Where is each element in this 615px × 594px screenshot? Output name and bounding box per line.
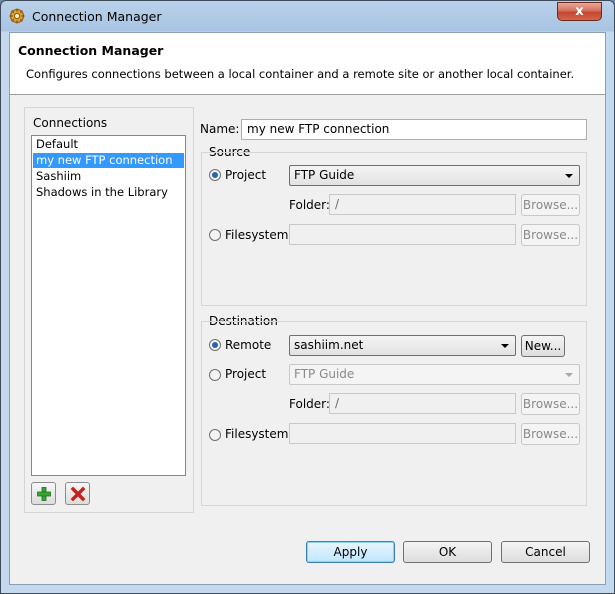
connection-manager-window: Connection Manager x Connection Manager … (0, 0, 615, 594)
source-filesystem-input[interactable] (289, 224, 516, 245)
name-label: Name: (200, 122, 240, 136)
destination-filesystem-label: Filesystem (225, 427, 289, 441)
new-remote-button[interactable]: New... (521, 335, 565, 357)
source-folder-label: Folder: (289, 198, 330, 212)
destination-folder-browse-button[interactable]: Browse... (521, 393, 580, 415)
source-filesystem-browse-button[interactable]: Browse... (521, 224, 580, 246)
source-filesystem-label: Filesystem (225, 228, 289, 242)
source-project-label: Project (225, 168, 267, 182)
connection-item-sashiim[interactable]: Sashiim (33, 169, 184, 184)
destination-remote-label: Remote (225, 338, 272, 352)
add-icon (37, 487, 51, 501)
connections-label: Connections (33, 116, 108, 130)
destination-project-label: Project (225, 367, 267, 381)
remove-connection-button[interactable] (65, 482, 90, 505)
source-folder-browse-button[interactable]: Browse... (521, 194, 580, 216)
destination-filesystem-input[interactable] (289, 423, 516, 444)
connection-item-my-new-ftp[interactable]: my new FTP connection (33, 153, 184, 168)
remove-icon (70, 486, 86, 502)
destination-filesystem-radio[interactable] (209, 429, 221, 441)
connection-item-shadows[interactable]: Shadows in the Library (33, 185, 184, 200)
source-project-value: FTP Guide (294, 168, 355, 182)
banner-title: Connection Manager (18, 43, 164, 58)
source-project-select[interactable]: FTP Guide (289, 165, 580, 186)
dialog-client-area: Connection Manager Configures connection… (9, 32, 606, 585)
chevron-down-icon (565, 174, 573, 178)
destination-project-value: FTP Guide (294, 367, 355, 381)
apply-button[interactable]: Apply (306, 541, 395, 563)
close-button[interactable]: x (557, 2, 602, 21)
ok-button[interactable]: OK (403, 541, 492, 563)
destination-project-radio[interactable] (209, 369, 221, 381)
chevron-down-icon (565, 373, 573, 377)
add-connection-button[interactable] (31, 482, 56, 505)
destination-folder-label: Folder: (289, 397, 330, 411)
source-filesystem-radio[interactable] (209, 229, 221, 241)
source-folder-input[interactable]: / (329, 194, 516, 215)
source-project-radio[interactable] (209, 169, 221, 181)
cancel-button[interactable]: Cancel (501, 541, 590, 563)
connection-item-default[interactable]: Default (33, 137, 184, 152)
destination-remote-value: sashiim.net (294, 338, 364, 352)
destination-folder-input[interactable]: / (329, 393, 516, 414)
destination-remote-radio[interactable] (209, 339, 221, 351)
banner-description: Configures connections between a local c… (26, 67, 575, 81)
dialog-banner: Connection Manager Configures connection… (10, 33, 605, 95)
close-icon: x (575, 4, 584, 19)
chevron-down-icon (501, 344, 509, 348)
destination-filesystem-browse-button[interactable]: Browse... (521, 423, 580, 445)
destination-project-select[interactable]: FTP Guide (289, 364, 580, 385)
title-bar[interactable]: Connection Manager x (1, 1, 614, 31)
name-input[interactable]: my new FTP connection (241, 119, 587, 140)
gear-icon (9, 8, 25, 24)
connections-panel: Connections Default my new FTP connectio… (24, 107, 194, 513)
destination-remote-select[interactable]: sashiim.net (289, 335, 516, 356)
connections-list[interactable]: Default my new FTP connection Sashiim Sh… (31, 135, 186, 476)
window-title: Connection Manager (32, 9, 162, 24)
